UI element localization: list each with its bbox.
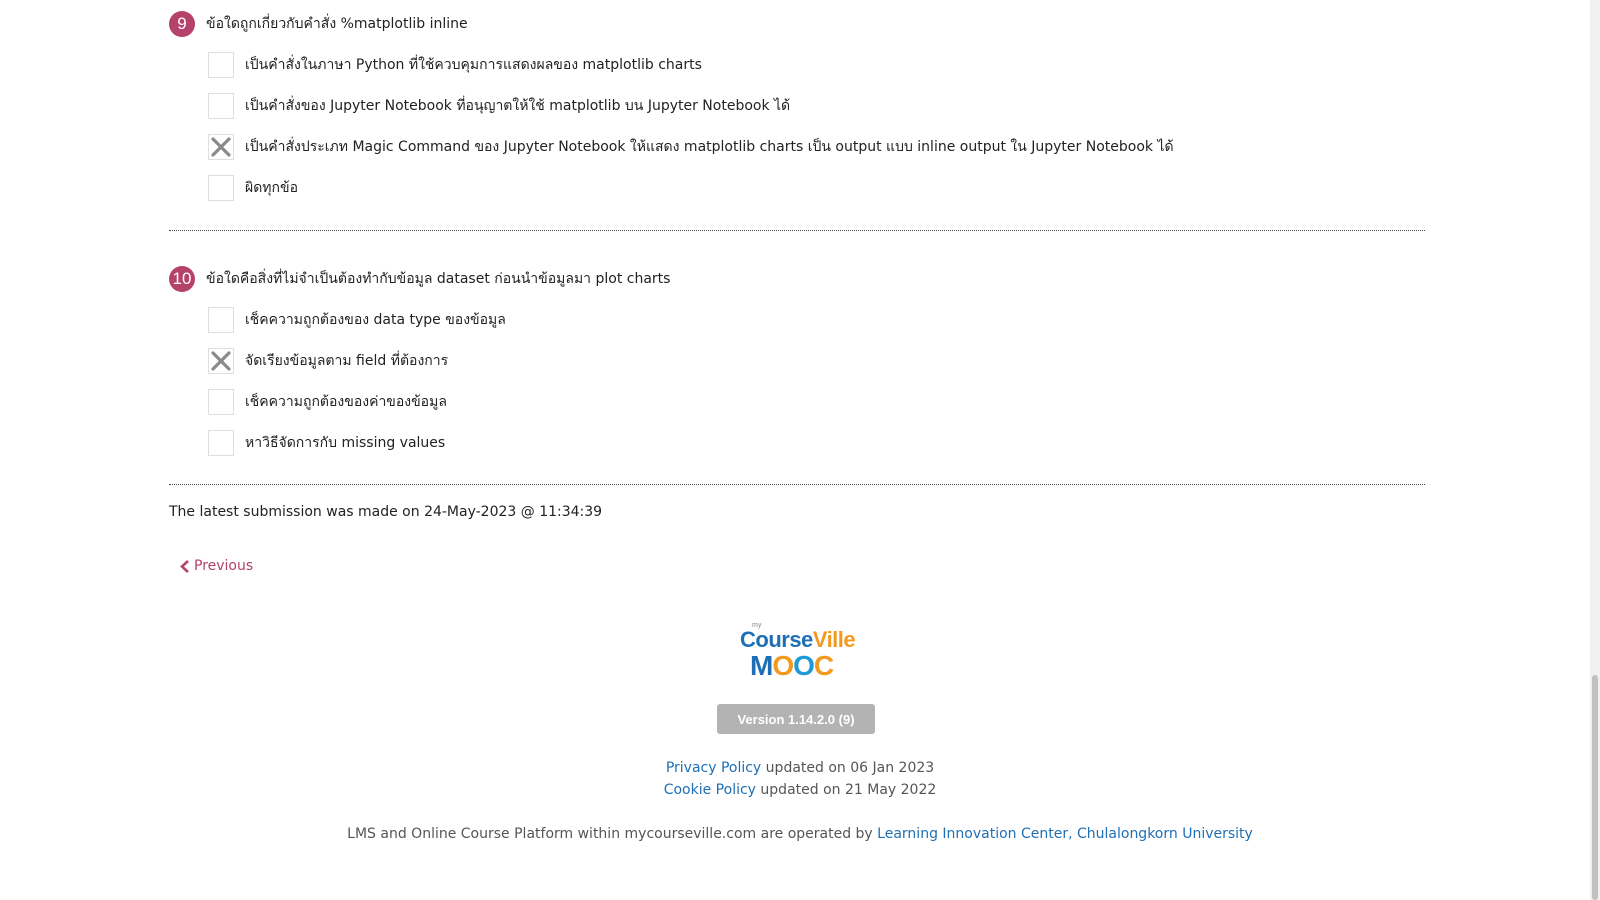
previous-label[interactable]: Previous [194, 558, 253, 574]
option-label[interactable]: เช็คความถูกต้องของ data type ของข้อมูล [245, 309, 506, 331]
question-9: 9 ข้อใดถูกเกี่ยวกับคำสั่ง %matplotlib in… [169, 11, 1174, 201]
option-checkbox-checked[interactable] [208, 134, 234, 160]
option-item[interactable]: เป็นคำสั่งในภาษา Python ที่ใช้ควบคุมการแ… [208, 52, 1174, 78]
question-header: 9 ข้อใดถูกเกี่ยวกับคำสั่ง %matplotlib in… [169, 11, 1174, 37]
mycourseville-mooc-logo[interactable]: my CourseVille MOOC [740, 622, 856, 681]
option-item[interactable]: จัดเรียงข้อมูลตาม field ที่ต้องการ [208, 348, 670, 374]
cookie-policy-line: Cookie Policy updated on 21 May 2022 [0, 782, 1600, 798]
logo-mooc-text: MOOC [750, 650, 834, 681]
cross-mark-icon [211, 137, 231, 157]
option-checkbox[interactable] [208, 52, 234, 78]
chevron-left-icon [180, 559, 189, 573]
cross-mark-icon [211, 351, 231, 371]
operated-by-text: LMS and Online Course Platform within my… [347, 826, 878, 842]
page-scrollbar[interactable] [1590, 0, 1600, 900]
previous-button[interactable]: Previous [180, 558, 253, 574]
privacy-policy-link[interactable]: Privacy Policy [666, 760, 761, 776]
option-checkbox[interactable] [208, 307, 234, 333]
option-checkbox-checked[interactable] [208, 348, 234, 374]
options-list: เป็นคำสั่งในภาษา Python ที่ใช้ควบคุมการแ… [208, 52, 1174, 201]
cookie-policy-link[interactable]: Cookie Policy [664, 782, 756, 798]
option-item[interactable]: ผิดทุกข้อ [208, 175, 1174, 201]
question-divider [169, 230, 1425, 231]
option-label[interactable]: เป็นคำสั่งของ Jupyter Notebook ที่อนุญาต… [245, 95, 790, 117]
cookie-updated-text: updated on 21 May 2022 [755, 782, 937, 798]
privacy-updated-text: updated on 06 Jan 2023 [761, 760, 935, 776]
option-label[interactable]: เช็คความถูกต้องของค่าของข้อมูล [245, 391, 447, 413]
version-button[interactable]: Version 1.14.2.0 (9) [717, 704, 875, 734]
question-text: ข้อใดถูกเกี่ยวกับคำสั่ง %matplotlib inli… [206, 16, 468, 32]
option-item[interactable]: เช็คความถูกต้องของ data type ของข้อมูล [208, 307, 670, 333]
question-divider [169, 484, 1425, 485]
question-text: ข้อใดคือสิ่งที่ไม่จำเป็นต้องทำกับข้อมูล … [206, 271, 671, 287]
options-list: เช็คความถูกต้องของ data type ของข้อมูล จ… [208, 307, 670, 456]
option-label[interactable]: ผิดทุกข้อ [245, 177, 298, 199]
option-item[interactable]: เป็นคำสั่งประเภท Magic Command ของ Jupyt… [208, 134, 1174, 160]
privacy-policy-line: Privacy Policy updated on 06 Jan 2023 [0, 760, 1600, 776]
operated-by-line: LMS and Online Course Platform within my… [0, 826, 1600, 842]
option-checkbox[interactable] [208, 175, 234, 201]
learning-innovation-center-link[interactable]: Learning Innovation Center, Chulalongkor… [877, 826, 1253, 842]
scrollbar-thumb[interactable] [1592, 675, 1598, 900]
option-label[interactable]: เป็นคำสั่งประเภท Magic Command ของ Jupyt… [245, 136, 1174, 158]
option-item[interactable]: หาวิธีจัดการกับ missing values [208, 430, 670, 456]
option-checkbox[interactable] [208, 389, 234, 415]
question-number-badge: 10 [169, 266, 195, 292]
question-number-badge: 9 [169, 11, 195, 37]
submission-timestamp: The latest submission was made on 24-May… [169, 504, 603, 520]
option-checkbox[interactable] [208, 430, 234, 456]
option-label[interactable]: หาวิธีจัดการกับ missing values [245, 432, 445, 454]
option-item[interactable]: เป็นคำสั่งของ Jupyter Notebook ที่อนุญาต… [208, 93, 1174, 119]
option-item[interactable]: เช็คความถูกต้องของค่าของข้อมูล [208, 389, 670, 415]
question-10: 10 ข้อใดคือสิ่งที่ไม่จำเป็นต้องทำกับข้อม… [169, 266, 670, 456]
question-header: 10 ข้อใดคือสิ่งที่ไม่จำเป็นต้องทำกับข้อม… [169, 266, 670, 292]
option-label[interactable]: จัดเรียงข้อมูลตาม field ที่ต้องการ [245, 350, 448, 372]
option-checkbox[interactable] [208, 93, 234, 119]
option-label[interactable]: เป็นคำสั่งในภาษา Python ที่ใช้ควบคุมการแ… [245, 54, 702, 76]
